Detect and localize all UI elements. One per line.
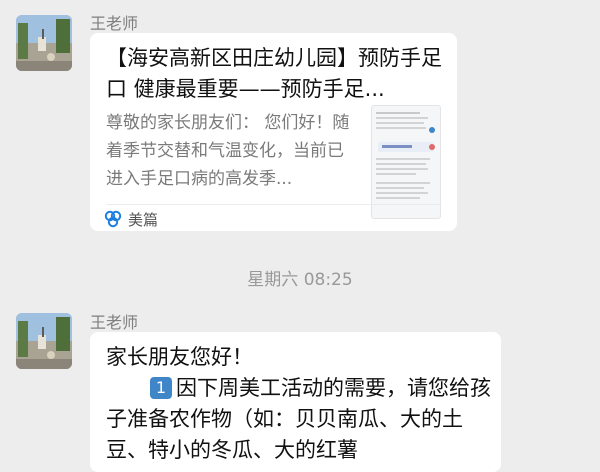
avatar[interactable] <box>16 15 72 71</box>
message-timestamp: 星期六 08:25 <box>247 270 353 290</box>
message-bubble[interactable]: 家长朋友您好！ 1 因下周美工活动的需要，请您给孩子准备农作物（如：贝贝南瓜、大的… <box>90 332 501 472</box>
sender-name: 王老师 <box>90 14 139 33</box>
card-divider <box>106 204 441 205</box>
avatar-photo <box>16 15 72 71</box>
article-source-label: 美篇 <box>128 210 159 229</box>
article-source: 美篇 <box>104 208 158 230</box>
avatar-photo <box>16 313 72 369</box>
article-description: 尊敬的家长朋友们： 您们好！随着季节交替和气温变化，当前已进入手足口病的高发季.… <box>106 113 350 189</box>
message-body-line: 1 因下周美工活动的需要，请您给孩子准备农作物（如：贝贝南瓜、大的土豆、特小的冬瓜… <box>106 373 496 466</box>
message-text: 家长朋友您好！ 1 因下周美工活动的需要，请您给孩子准备农作物（如：贝贝南瓜、大的… <box>106 342 496 466</box>
article-card[interactable]: 【海安高新区田庄幼儿园】预防手足口 健康最重要——预防手足... 尊敬的家长朋友… <box>90 33 457 231</box>
sender-name: 王老师 <box>90 313 139 332</box>
message-greeting: 家长朋友您好！ <box>106 345 253 369</box>
article-title: 【海安高新区田庄幼儿园】预防手足口 健康最重要——预防手足... <box>106 46 442 101</box>
number-one-icon: 1 <box>150 377 172 399</box>
article-thumbnail <box>371 105 441 219</box>
meipian-logo-icon <box>104 210 122 228</box>
avatar[interactable] <box>16 313 72 369</box>
